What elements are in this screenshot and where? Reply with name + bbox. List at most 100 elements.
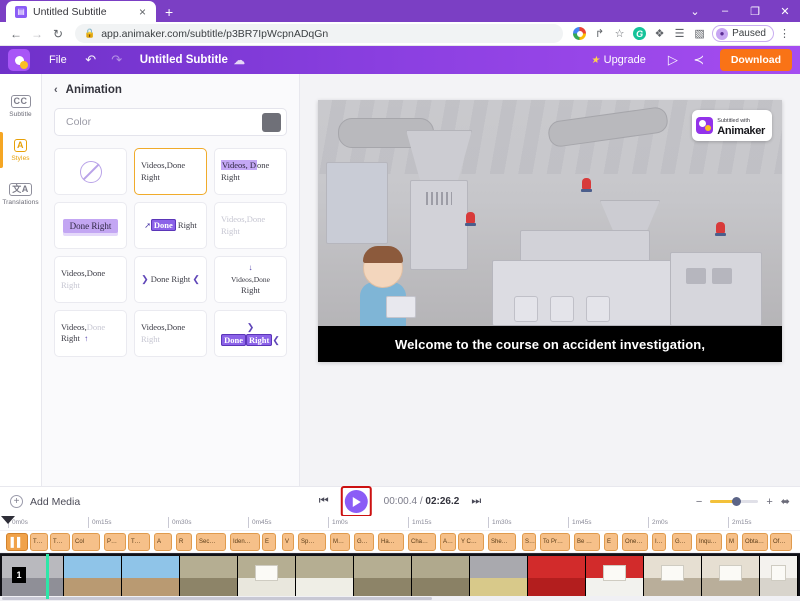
- timeline-thumbnail[interactable]: [760, 556, 798, 598]
- subtitle-clip-track[interactable]: ▌▌ T… T… Col P… T… A R Sec… Iden… E V Sp… M… G… Ha… Cha……: [0, 531, 800, 553]
- subtitle-clip[interactable]: Cha…: [408, 533, 436, 551]
- timeline-thumbnail[interactable]: [528, 556, 586, 598]
- timeline-thumbnail[interactable]: [586, 556, 644, 598]
- animation-preset-drop-down[interactable]: ↓ Videos,Done Right: [214, 256, 287, 303]
- browser-menu-icon[interactable]: ⋮: [775, 24, 794, 43]
- upgrade-button[interactable]: ★ Upgrade: [591, 54, 660, 66]
- subtitle-clip[interactable]: Be …: [574, 533, 600, 551]
- preview-play-icon[interactable]: ▷: [660, 52, 686, 68]
- back-icon[interactable]: ←: [6, 24, 26, 44]
- subtitle-clip[interactable]: E: [262, 533, 276, 551]
- download-button[interactable]: Download: [719, 49, 792, 71]
- new-tab-button[interactable]: +: [165, 5, 173, 19]
- zoom-slider[interactable]: [710, 497, 759, 506]
- subtitle-clip[interactable]: A: [154, 533, 172, 551]
- subtitle-clip[interactable]: R: [176, 533, 192, 551]
- minimize-icon[interactable]: –: [710, 0, 740, 22]
- subtitle-clip[interactable]: G…: [672, 533, 692, 551]
- subtitle-bar[interactable]: Welcome to the course on accident invest…: [318, 326, 782, 362]
- timeline-thumbnail[interactable]: [470, 556, 528, 598]
- playhead-handle[interactable]: [1, 516, 15, 524]
- close-icon[interactable]: ×: [136, 6, 149, 18]
- undo-icon[interactable]: ↶: [78, 52, 104, 68]
- subtitle-clip[interactable]: V: [282, 533, 294, 551]
- subtitle-clip[interactable]: A…: [440, 533, 456, 551]
- subtitle-clip[interactable]: T…: [30, 533, 48, 551]
- extensions-puzzle-icon[interactable]: ❖: [650, 24, 669, 43]
- share-page-icon[interactable]: ↱: [590, 24, 609, 43]
- grammarly-icon[interactable]: G: [630, 24, 649, 43]
- sidebar-item-translations[interactable]: 文A Translations: [0, 172, 41, 216]
- bookmark-star-icon[interactable]: ☆: [610, 24, 629, 43]
- animation-preset-fade-word[interactable]: Videos,Done Right: [134, 310, 207, 357]
- timeline-scrollbar[interactable]: [0, 596, 800, 601]
- color-swatch[interactable]: [262, 112, 281, 132]
- next-frame-icon[interactable]: ⏭: [471, 495, 481, 508]
- subtitle-clip[interactable]: Iden…: [230, 533, 260, 551]
- zoom-slider-knob[interactable]: [732, 497, 742, 506]
- chevron-left-icon[interactable]: ‹: [54, 84, 58, 96]
- forward-icon[interactable]: →: [27, 24, 47, 44]
- subtitle-clip[interactable]: G…: [354, 533, 374, 551]
- animation-preset-chip-pop[interactable]: Done Right: [54, 202, 127, 249]
- timeline-thumbnail[interactable]: [412, 556, 470, 598]
- window-close-icon[interactable]: ✕: [770, 0, 800, 22]
- subtitle-clip[interactable]: S…: [522, 533, 536, 551]
- animation-preset-fade-second-line[interactable]: Videos,Done Right: [214, 202, 287, 249]
- animation-preset-plain[interactable]: Videos,Done Right: [134, 148, 207, 195]
- color-field[interactable]: Color: [54, 108, 287, 136]
- timeline-thumbnail[interactable]: [238, 556, 296, 598]
- subtitle-clip[interactable]: P…: [104, 533, 126, 551]
- reload-icon[interactable]: ↻: [48, 24, 68, 44]
- play-button[interactable]: [344, 490, 368, 513]
- google-account-icon[interactable]: [570, 24, 589, 43]
- timeline-thumbnail[interactable]: [296, 556, 354, 598]
- maximize-icon[interactable]: ❐: [740, 0, 770, 22]
- timeline-thumbnail[interactable]: [702, 556, 760, 598]
- subtitle-clip[interactable]: Obta…: [742, 533, 768, 551]
- document-title[interactable]: Untitled Subtitle ☁: [140, 54, 245, 67]
- address-bar[interactable]: 🔒 app.animaker.com/subtitle/p3BR7IpWcpnA…: [75, 24, 564, 43]
- playhead-line[interactable]: [46, 554, 49, 599]
- video-preview[interactable]: Subtitled with Animaker Welcome to the c…: [318, 100, 782, 362]
- subtitle-clip[interactable]: Of…: [770, 533, 792, 551]
- subtitle-clip[interactable]: Col: [72, 533, 100, 551]
- browser-tab[interactable]: ▤ Untitled Subtitle ×: [6, 1, 156, 22]
- animation-preset-none[interactable]: [54, 148, 127, 195]
- animation-preset-outline-box[interactable]: ➚ Done Right: [134, 202, 207, 249]
- sidebar-item-styles[interactable]: A Styles: [0, 128, 41, 172]
- reading-list-icon[interactable]: ☰: [670, 24, 689, 43]
- animation-preset-fade-trailing[interactable]: Videos,Done Right: [54, 256, 127, 303]
- zoom-out-icon[interactable]: −: [696, 496, 702, 508]
- panel-back-header[interactable]: ‹ Animation: [54, 84, 287, 96]
- fit-to-screen-icon[interactable]: ⬌: [781, 495, 790, 508]
- profile-paused-badge[interactable]: ● Paused: [712, 25, 774, 42]
- subtitle-clip[interactable]: Sec…: [196, 533, 226, 551]
- sidebar-item-subtitle[interactable]: CC Subtitle: [0, 84, 41, 128]
- subtitle-clip[interactable]: To Pr…: [540, 533, 570, 551]
- timeline-thumbnail[interactable]: [180, 556, 238, 598]
- animation-preset-bracket-fill[interactable]: ❯Done Right ❮: [214, 310, 287, 357]
- animaker-logo-icon[interactable]: [8, 49, 30, 71]
- subtitle-clip[interactable]: I…: [652, 533, 666, 551]
- subtitle-clip[interactable]: Sp…: [298, 533, 326, 551]
- timeline-thumbnail[interactable]: [122, 556, 180, 598]
- file-menu[interactable]: File: [38, 54, 78, 66]
- subtitle-clip[interactable]: ▌▌: [6, 533, 28, 551]
- share-icon[interactable]: ≺: [686, 52, 712, 68]
- redo-icon[interactable]: ↷: [104, 52, 130, 68]
- chevron-down-icon[interactable]: ⌄: [680, 0, 710, 22]
- animation-preset-highlight-word[interactable]: Videos, Done Right: [214, 148, 287, 195]
- timeline-thumbnail[interactable]: [644, 556, 702, 598]
- subtitle-clip[interactable]: M: [726, 533, 738, 551]
- timeline-thumbnail[interactable]: [64, 556, 122, 598]
- subtitle-clip[interactable]: T…: [128, 533, 150, 551]
- add-media-button[interactable]: + Add Media: [10, 495, 80, 508]
- side-panel-icon[interactable]: ▧: [690, 24, 709, 43]
- timeline-ruler[interactable]: 0m0s 0m15s 0m30s 0m45s 1m0s 1m15s 1m30s 1m45s 2m…: [0, 516, 800, 531]
- previous-frame-icon[interactable]: ⏮: [319, 495, 329, 508]
- subtitle-clip[interactable]: Y C…: [458, 533, 484, 551]
- subtitle-clip[interactable]: Inqu…: [696, 533, 722, 551]
- subtitle-clip[interactable]: Ha…: [378, 533, 404, 551]
- subtitle-clip[interactable]: M…: [330, 533, 350, 551]
